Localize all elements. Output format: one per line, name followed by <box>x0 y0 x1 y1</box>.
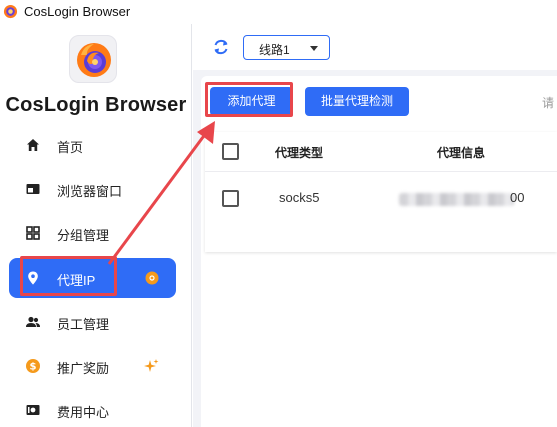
route-select[interactable]: 线路1 <box>243 35 330 60</box>
sidebar-item-billing[interactable]: 费用中心 <box>9 390 176 427</box>
sidebar-item-browser-window[interactable]: 浏览器窗口 <box>9 169 176 209</box>
app-logo-icon <box>3 4 18 19</box>
firefox-like-logo-icon <box>77 43 111 77</box>
sidebar-item-label: 员工管理 <box>57 317 110 332</box>
batch-proxy-check-button[interactable]: 批量代理检测 <box>305 87 409 116</box>
select-all-checkbox[interactable] <box>222 143 239 160</box>
sidebar-item-group[interactable]: 分组管理 <box>9 213 176 253</box>
dollar-coin-icon: $ <box>26 359 40 373</box>
sidebar: CosLogin Browser 首页 浏览器窗口 分组管理 代理IP 员工管理… <box>0 24 192 427</box>
highlight-box-proxy-ip <box>20 256 117 296</box>
sidebar-item-home[interactable]: 首页 <box>9 125 176 165</box>
chevron-down-icon <box>310 46 318 51</box>
sidebar-item-label: 费用中心 <box>57 405 110 420</box>
column-header-proxy-info: 代理信息 <box>437 146 486 160</box>
sidebar-item-label: 分组管理 <box>57 228 110 243</box>
svg-text:$: $ <box>30 362 37 373</box>
highlight-box-add-proxy <box>205 82 293 117</box>
brand-name: CosLogin Browser <box>5 94 187 116</box>
title-bar: CosLogin Browser <box>0 0 557 24</box>
search-input[interactable]: 请 <box>542 94 554 111</box>
proxy-table: 代理类型 代理信息 socks5 00 <box>205 132 557 252</box>
refresh-icon[interactable] <box>211 37 231 57</box>
people-icon <box>26 316 40 327</box>
sidebar-item-referral[interactable]: $ 推广奖励 <box>9 346 176 386</box>
row-checkbox[interactable] <box>222 190 239 207</box>
brand-logo <box>69 35 117 83</box>
browser-window-icon <box>26 184 40 194</box>
sidebar-item-label: 推广奖励 <box>57 361 110 376</box>
sidebar-item-staff[interactable]: 员工管理 <box>9 302 176 342</box>
window-title: CosLogin Browser <box>24 4 131 19</box>
proxy-type-cell: socks5 <box>279 190 320 205</box>
column-header-proxy-type: 代理类型 <box>275 146 324 160</box>
sidebar-item-label: 首页 <box>57 140 84 155</box>
table-row[interactable]: socks5 00 <box>205 172 557 224</box>
settings-badge-icon <box>145 271 159 285</box>
home-icon <box>27 139 39 151</box>
sidebar-item-label: 浏览器窗口 <box>57 184 123 199</box>
route-select-value: 线路1 <box>259 43 290 57</box>
grid-icon <box>26 226 40 240</box>
billing-icon <box>26 405 40 415</box>
table-header: 代理类型 代理信息 <box>205 132 557 172</box>
top-toolbar: 线路1 <box>193 24 557 70</box>
sparkle-icon <box>144 359 159 372</box>
proxy-info-cell: 00 <box>510 190 525 205</box>
proxy-content: 添加代理 批量代理检测 请 代理类型 代理信息 socks5 00 <box>201 76 557 427</box>
redacted-proxy-address <box>399 193 514 206</box>
